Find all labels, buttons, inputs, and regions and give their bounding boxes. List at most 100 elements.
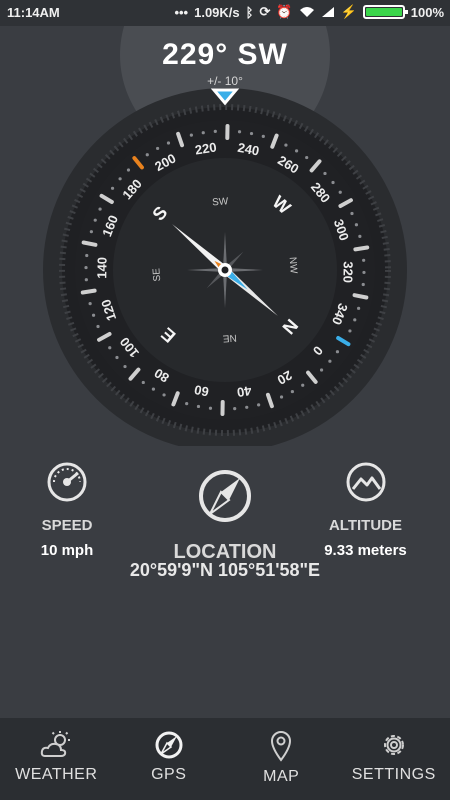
dial-dot xyxy=(354,223,359,227)
dial-dot xyxy=(213,129,217,133)
dial-tick xyxy=(81,240,98,247)
dial-dot xyxy=(305,155,309,160)
dial-dot xyxy=(88,302,92,306)
dial-dot xyxy=(257,403,261,407)
dial-tick xyxy=(353,245,370,252)
speedometer-icon xyxy=(47,462,87,502)
heading-accuracy: +/- 10° xyxy=(207,74,243,88)
dots-icon: ••• xyxy=(174,4,189,20)
dial-dot xyxy=(261,134,265,138)
location-stat: LOCATION xyxy=(150,466,300,564)
dial-dot xyxy=(279,395,284,399)
dial-dot xyxy=(323,171,327,176)
intercardinal-label: SW xyxy=(212,196,229,208)
dial-dot xyxy=(201,131,205,135)
dial-dot xyxy=(84,278,88,282)
altitude-stat: ALTITUDE 9.33 meters xyxy=(318,460,413,559)
dial-dot xyxy=(141,380,145,385)
weather-icon xyxy=(41,731,71,757)
intercardinal-label: SE xyxy=(151,267,163,281)
dial-dot xyxy=(98,207,102,211)
dial-dot xyxy=(91,313,96,317)
dial-dot xyxy=(108,346,112,350)
nav-weather[interactable]: WEATHER xyxy=(0,718,113,800)
dial-dot xyxy=(185,402,189,406)
compass-area: 0 20 40 60 80 100 120 140 160 180 200 220 240 260 280 3… xyxy=(0,26,450,446)
dial-dot xyxy=(249,131,254,136)
dial-dot xyxy=(189,133,193,137)
dial-dot xyxy=(123,364,127,369)
status-bar: 11:14AM ••• 1.09K/s ᛒ ⟳ ⏰ ⚡ 100% xyxy=(0,0,450,26)
dial-tick xyxy=(352,293,369,300)
nav-map-label: MAP xyxy=(263,768,300,785)
bluetooth-icon: ᛒ xyxy=(245,4,254,20)
dial-dot xyxy=(110,186,115,190)
dial-dot xyxy=(84,265,88,270)
compass-icon xyxy=(155,731,183,759)
dial-dot xyxy=(357,306,361,310)
speed-label: SPEED xyxy=(41,517,93,534)
dial-dot xyxy=(156,146,160,151)
dial-dot xyxy=(335,350,340,354)
location-coordinates: 20°59'9"N 105°51'58"E xyxy=(129,560,321,580)
degree-label: 320 xyxy=(340,261,355,283)
dial-tick xyxy=(80,288,97,295)
dial-dot xyxy=(145,153,149,157)
altitude-value: 9.33 meters xyxy=(324,542,407,559)
dial-dot xyxy=(284,143,288,147)
nav-settings[interactable]: SETTINGS xyxy=(338,718,450,800)
dial-dot xyxy=(96,324,100,329)
dial-dot xyxy=(348,329,352,333)
nav-map[interactable]: MAP xyxy=(225,718,338,800)
altitude-label: ALTITUDE xyxy=(328,517,403,534)
nav-gps-label: GPS xyxy=(151,766,187,783)
bottom-nav: WEATHER GPS MAP SETTINGS xyxy=(0,718,450,800)
degree-label: 140 xyxy=(94,257,109,279)
dial-dot xyxy=(353,318,357,322)
dial-dot xyxy=(115,355,119,360)
dial-dot xyxy=(362,258,366,262)
degree-label: 60 xyxy=(193,382,210,399)
dial-dot xyxy=(85,253,89,258)
heading-value: 229° SW xyxy=(162,38,288,71)
mountain-icon xyxy=(346,462,385,502)
dial-dot xyxy=(294,149,299,153)
dial-dot xyxy=(331,180,335,185)
dial-dot xyxy=(126,168,131,172)
status-right: ••• 1.09K/s ᛒ ⟳ ⏰ ⚡ 100% xyxy=(174,4,444,20)
dial-dot xyxy=(301,383,305,387)
wifi-icon xyxy=(299,7,314,17)
charging-icon: ⚡ xyxy=(340,4,357,19)
dial-dot xyxy=(237,130,242,134)
signal-icon xyxy=(321,7,334,17)
network-speed: 1.09K/s xyxy=(194,4,240,20)
nav-gps[interactable]: GPS xyxy=(113,718,226,800)
dial-dot xyxy=(361,282,365,287)
dial-dot xyxy=(319,368,324,372)
intercardinal-label: NW xyxy=(287,257,299,275)
dial-dot xyxy=(362,270,366,275)
dial-dot xyxy=(350,211,354,216)
speed-stat: SPEED 10 mph xyxy=(22,460,112,559)
dial-dot xyxy=(358,234,362,238)
dial-dot xyxy=(162,393,166,397)
dial-dot xyxy=(196,404,201,409)
compass-svg: 020406080100120140160180200220 2402602803… xyxy=(43,26,407,446)
dial-dot xyxy=(233,407,237,411)
dial-dot xyxy=(166,141,171,145)
battery-icon xyxy=(362,5,408,19)
dial-dot xyxy=(290,389,294,394)
battery-percent: 100% xyxy=(410,4,444,20)
heading-readout: 229° SW +/- 10° xyxy=(0,38,450,88)
map-pin-icon xyxy=(271,731,292,762)
dial-dot xyxy=(338,190,342,194)
compass-needle-icon xyxy=(199,470,251,522)
nav-settings-label: SETTINGS xyxy=(351,766,436,783)
dial-dot xyxy=(208,406,213,410)
dial-dot xyxy=(328,359,332,363)
status-time: 11:14AM xyxy=(7,5,60,20)
intercardinal-label: NE xyxy=(222,332,237,344)
degree-label: 40 xyxy=(236,383,253,400)
dial-dot xyxy=(93,218,97,222)
sync-icon: ⟳ xyxy=(259,4,271,19)
